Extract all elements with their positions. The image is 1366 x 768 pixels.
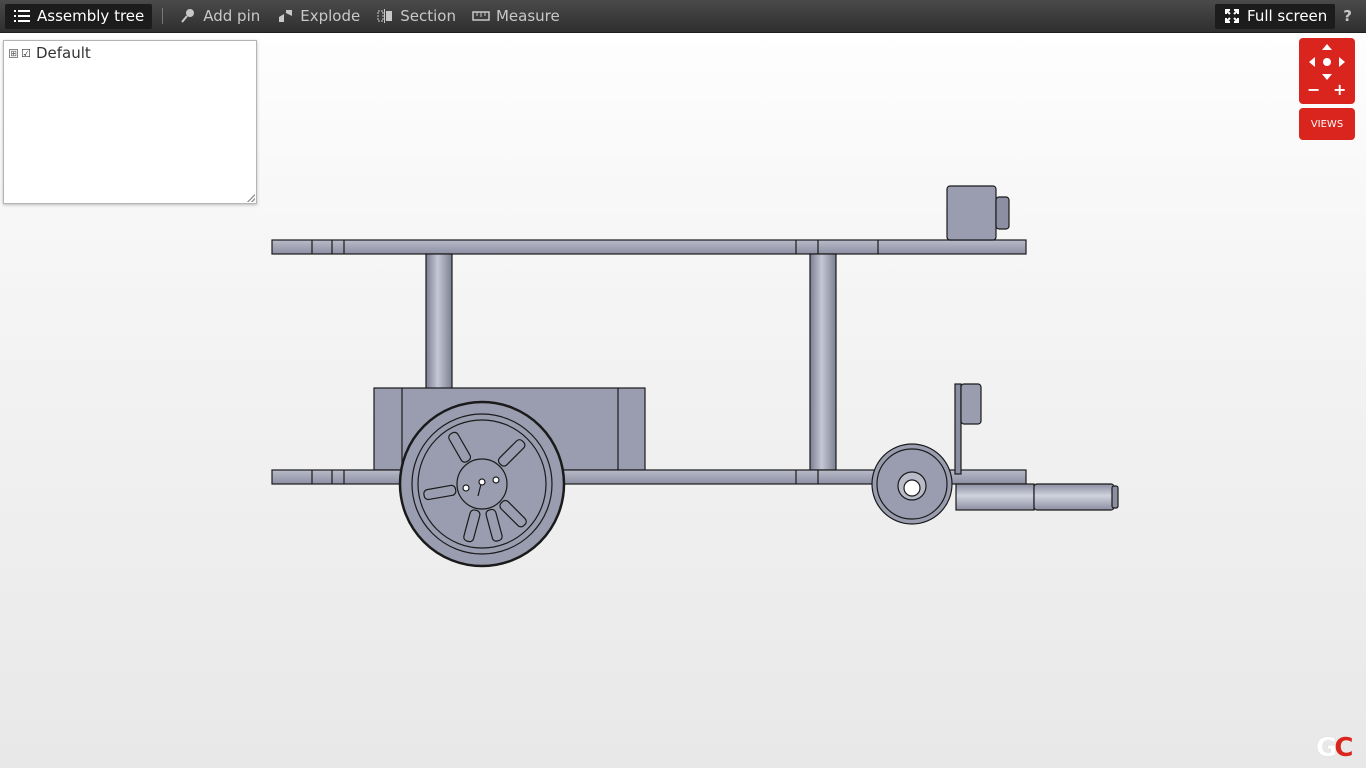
standoff-right xyxy=(809,253,837,471)
app-logo: GC xyxy=(1316,733,1353,763)
section-label: Section xyxy=(400,7,456,25)
pin-icon xyxy=(179,7,197,25)
caster-wheel xyxy=(871,443,953,525)
explode-icon xyxy=(276,7,294,25)
add-pin-button[interactable]: Add pin xyxy=(171,4,268,29)
caster-bracket xyxy=(954,383,982,475)
explode-label: Explode xyxy=(300,7,361,25)
drive-wheel xyxy=(398,400,566,568)
toolbar-divider xyxy=(162,8,164,24)
full-screen-label: Full screen xyxy=(1247,7,1328,25)
add-pin-label: Add pin xyxy=(203,7,261,25)
explode-button[interactable]: Explode xyxy=(268,4,368,29)
section-icon xyxy=(376,7,394,25)
assembly-tree-label: Assembly tree xyxy=(37,7,145,25)
expand-icon xyxy=(1223,7,1241,25)
front-rod xyxy=(955,483,1119,511)
3d-viewport[interactable] xyxy=(0,34,1366,768)
measure-label: Measure xyxy=(495,7,560,25)
section-button[interactable]: Section xyxy=(368,4,464,29)
full-screen-button[interactable]: Full screen xyxy=(1215,3,1336,29)
toolbar: Assembly tree Add pin Explode Section Me… xyxy=(0,0,1366,33)
help-button[interactable]: ? xyxy=(1335,7,1366,25)
list-icon xyxy=(13,7,31,25)
sensor-block xyxy=(946,185,1010,241)
measure-button[interactable]: Measure xyxy=(464,4,568,29)
top-plate xyxy=(271,239,1027,255)
assembly-tree-button[interactable]: Assembly tree xyxy=(5,3,153,29)
ruler-icon xyxy=(472,7,490,25)
